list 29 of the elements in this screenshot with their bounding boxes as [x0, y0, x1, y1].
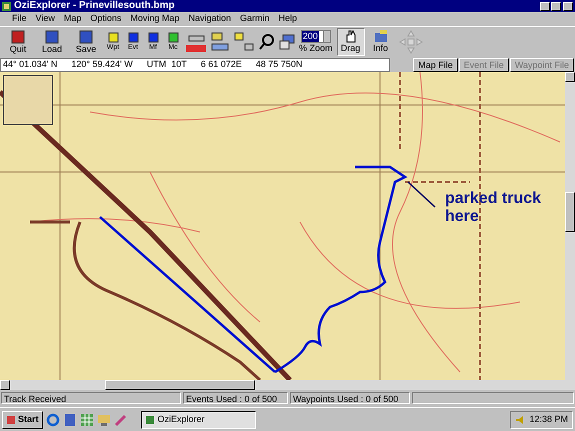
- coordinate-value: 120° 59.424' W: [71, 58, 133, 72]
- clock: 12:38 PM: [529, 412, 568, 426]
- coordinate-value: UTM 10T: [146, 58, 187, 72]
- tool-button[interactable]: Drag: [336, 28, 365, 56]
- toolbar-button[interactable]: Load: [37, 30, 67, 54]
- menu-item[interactable]: Navigation: [188, 12, 231, 26]
- status-text: Waypoints Used : 0 of 500: [290, 392, 410, 404]
- start-button[interactable]: Start: [2, 410, 43, 428]
- file-button[interactable]: Map File: [413, 58, 458, 72]
- window-title: OziExplorer - Prinevillesouth.bmp: [14, 1, 175, 11]
- zoom-field[interactable]: 200: [300, 30, 331, 43]
- menu-item[interactable]: Moving Map: [130, 12, 180, 26]
- menu-item[interactable]: Garmin: [240, 12, 270, 26]
- taskbar-button[interactable]: OziExplorer: [140, 410, 256, 428]
- menu-item[interactable]: View: [36, 12, 55, 26]
- toolbar-button[interactable]: Save: [71, 30, 101, 54]
- status-text: Events Used : 0 of 500: [183, 392, 288, 404]
- tool-button[interactable]: Info: [366, 28, 395, 56]
- zoom-label: % Zoom: [299, 43, 333, 54]
- menu-item[interactable]: File: [12, 12, 27, 26]
- menu-item[interactable]: Help: [278, 12, 298, 26]
- menu-item[interactable]: Map: [64, 12, 82, 26]
- coordinate-value: 48 75 750N: [256, 58, 302, 72]
- coordinate-value: 6 61 072E: [200, 58, 242, 72]
- status-text: Track Received: [1, 392, 181, 404]
- menu-item[interactable]: Options: [90, 12, 122, 26]
- toolbar-button[interactable]: Quit: [3, 30, 33, 54]
- map-annotation: parked truck here: [445, 190, 542, 226]
- coordinate-value: 44° 01.034' N: [3, 58, 58, 72]
